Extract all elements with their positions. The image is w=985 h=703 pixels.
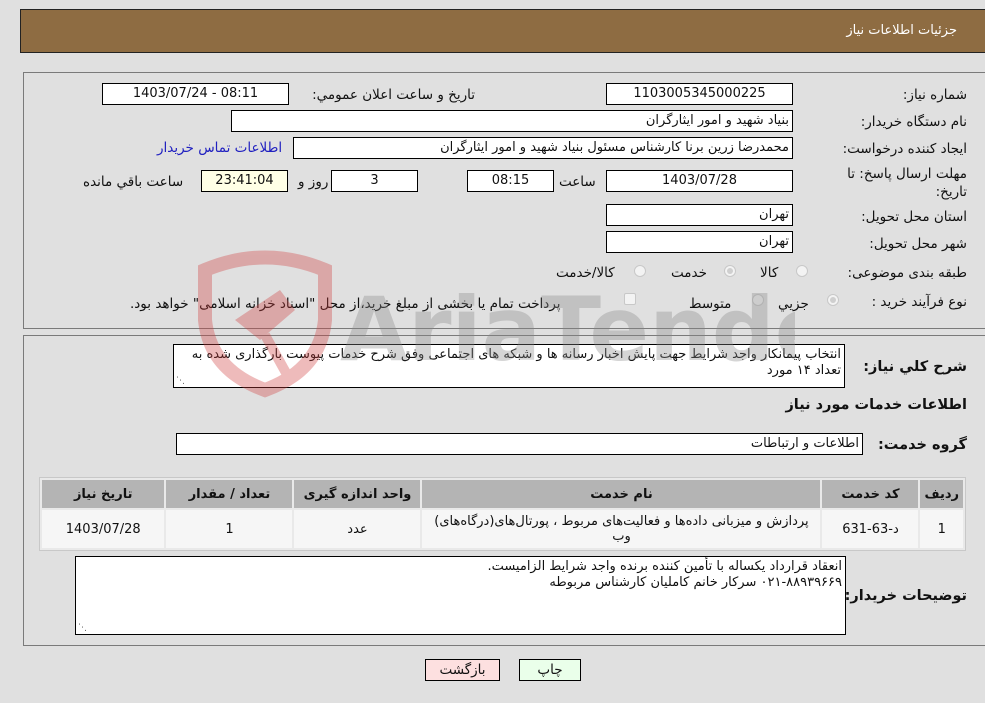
- time-remaining-label: ساعت باقي مانده: [83, 174, 184, 190]
- page-title: جزئیات اطلاعات نیاز: [846, 23, 957, 38]
- col-header-row-number: رديف: [920, 480, 963, 508]
- print-button[interactable]: چاپ: [519, 659, 581, 681]
- city-field[interactable]: تهران: [606, 231, 793, 253]
- announce-datetime-field[interactable]: 1403/07/24 - 08:11: [102, 83, 289, 105]
- category-radio-goods[interactable]: [796, 265, 808, 277]
- description-textarea[interactable]: انتخاب پیمانکار واجد شرایط جهت پایش اخبا…: [173, 344, 845, 388]
- resize-grip-icon[interactable]: ⋰: [78, 624, 87, 633]
- table-row: 1 د-63-631 پردازش و میزبانی داده‌ها و فع…: [42, 510, 963, 548]
- deadline-time-label: ساعت: [559, 174, 596, 190]
- announce-datetime-label: تاريخ و ساعت اعلان عمومي:: [312, 87, 475, 103]
- col-header-unit: واحد اندازه گيری: [294, 480, 421, 508]
- service-group-field[interactable]: اطلاعات و ارتباطات: [176, 433, 863, 455]
- page-header: جزئیات اطلاعات نیاز: [20, 9, 985, 53]
- category-label: طبقه بندی موضوعی:: [847, 265, 967, 281]
- deadline-time-field[interactable]: 08:15: [467, 170, 554, 192]
- description-text: انتخاب پیمانکار واجد شرایط جهت پایش اخبا…: [191, 347, 841, 378]
- buyer-org-field[interactable]: بنياد شهيد و امور ايثارگران: [231, 110, 793, 132]
- category-option-goods: کالا: [760, 265, 779, 281]
- cell-service-name: پردازش و میزبانی داده‌ها و فعالیت‌های مر…: [422, 510, 821, 548]
- purchase-type-option-medium: متوسط: [689, 296, 732, 312]
- requester-label: ايجاد كننده درخواست:: [842, 141, 967, 157]
- buyer-org-label: نام دستگاه خريدار:: [860, 114, 967, 130]
- cell-unit: عدد: [294, 510, 421, 548]
- buyer-contact-link[interactable]: اطلاعات تماس خريدار: [157, 140, 282, 156]
- buyer-notes-line-1: انعقاد قرارداد یکساله با تأمین کننده برن…: [487, 559, 842, 574]
- col-header-service-name: نام خدمت: [422, 480, 821, 508]
- col-header-service-code: كد خدمت: [822, 480, 919, 508]
- service-group-label: گروه خدمت:: [877, 437, 967, 453]
- cell-quantity: 1: [166, 510, 293, 548]
- days-label: روز و: [298, 174, 329, 190]
- treasury-payment-checkbox[interactable]: [624, 293, 636, 305]
- table-header-row: رديف كد خدمت نام خدمت واحد اندازه گيری ت…: [42, 480, 963, 508]
- buyer-notes-textarea[interactable]: انعقاد قرارداد یکساله با تأمین کننده برن…: [75, 556, 846, 635]
- need-number-label: شماره نیاز:: [902, 87, 967, 103]
- back-button[interactable]: بازگشت: [425, 659, 500, 681]
- category-radio-service[interactable]: [724, 265, 736, 277]
- services-table: رديف كد خدمت نام خدمت واحد اندازه گيری ت…: [39, 477, 966, 551]
- time-remaining-field: 23:41:04: [201, 170, 288, 192]
- province-label: استان محل تحويل:: [861, 209, 967, 225]
- purchase-type-label: نوع فرآيند خريد :: [871, 294, 967, 310]
- deadline-label: مهلت ارسال پاسخ: تا تاريخ:: [847, 166, 967, 200]
- need-number-field[interactable]: 1103005345000225: [606, 83, 793, 105]
- city-label: شهر محل تحويل:: [869, 236, 967, 252]
- purchase-type-radio-medium[interactable]: [752, 294, 764, 306]
- purchase-type-option-minor: جزيي: [778, 296, 809, 312]
- resize-grip-icon[interactable]: ⋰: [176, 377, 185, 386]
- deadline-date-field[interactable]: 1403/07/28: [606, 170, 793, 192]
- days-remaining-field[interactable]: 3: [331, 170, 418, 192]
- purchase-type-radio-minor[interactable]: [827, 294, 839, 306]
- buyer-notes-label: توضيحات خريدار:: [844, 588, 967, 604]
- buyer-notes-line-2: ۰۲۱-۸۸۹۳۹۶۶۹ سرکار خانم کاملیان کارشناس …: [549, 575, 842, 590]
- category-option-service: خدمت: [671, 265, 707, 281]
- services-table-wrapper: رديف كد خدمت نام خدمت واحد اندازه گيری ت…: [39, 477, 966, 551]
- category-radio-goods-service[interactable]: [634, 265, 646, 277]
- cell-need-date: 1403/07/28: [42, 510, 165, 548]
- cell-service-code: د-63-631: [822, 510, 919, 548]
- col-header-quantity: تعداد / مقدار: [166, 480, 293, 508]
- province-field[interactable]: تهران: [606, 204, 793, 226]
- description-label: شرح كلي نياز:: [863, 359, 967, 375]
- requester-field[interactable]: محمدرضا زرين برنا كارشناس مسئول بنياد شه…: [293, 137, 793, 159]
- treasury-payment-note: پرداخت تمام يا بخشی از مبلغ خريد،از محل …: [130, 296, 561, 312]
- services-section-title: اطلاعات خدمات مورد نياز: [785, 397, 967, 413]
- col-header-need-date: تاريخ نياز: [42, 480, 165, 508]
- cell-row-number: 1: [920, 510, 963, 548]
- category-option-goods-service: کالا/خدمت: [556, 265, 615, 281]
